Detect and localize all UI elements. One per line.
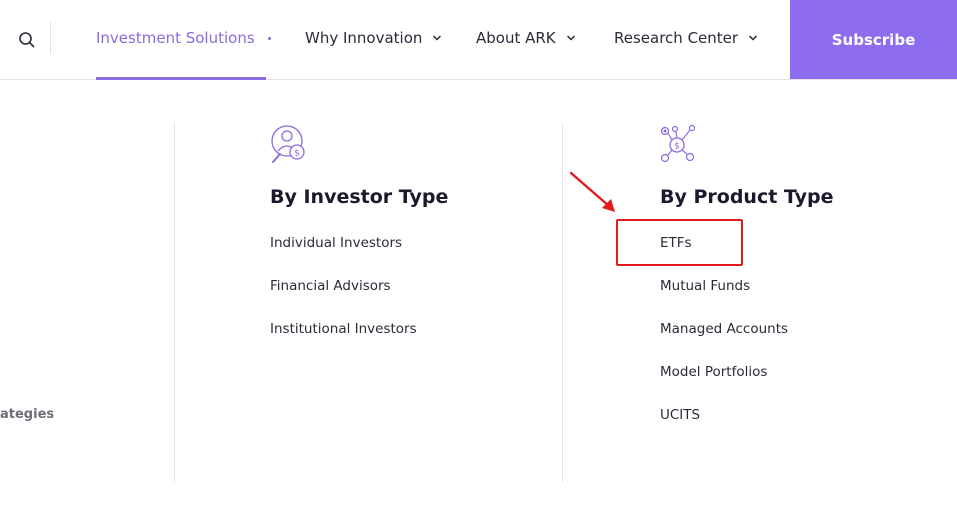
investor-type-heading: By Investor Type xyxy=(270,186,449,208)
product-type-column: $ By Product Type ETFs Mutual Funds Mana… xyxy=(660,124,834,423)
top-navigation: Investment Solutions Why Innovation Abou… xyxy=(0,0,957,80)
subscribe-button[interactable]: Subscribe xyxy=(790,0,957,79)
active-tab-underline xyxy=(96,77,266,80)
svg-text:$: $ xyxy=(674,142,680,152)
svg-text:$: $ xyxy=(294,149,300,159)
nav-investment-solutions[interactable]: Investment Solutions xyxy=(96,29,271,47)
nav-label: Investment Solutions xyxy=(96,29,255,47)
nav-label: Research Center xyxy=(614,29,739,47)
nav-divider xyxy=(50,22,51,54)
chevron-down-icon xyxy=(433,35,442,41)
link-mutual-funds[interactable]: Mutual Funds xyxy=(660,278,750,294)
active-dot-icon xyxy=(267,36,271,40)
link-institutional-investors[interactable]: Institutional Investors xyxy=(270,321,417,337)
column-divider xyxy=(562,122,563,482)
annotation-highlight-box xyxy=(616,219,743,266)
annotation-arrow-icon xyxy=(569,171,615,212)
link-financial-advisors[interactable]: Financial Advisors xyxy=(270,278,391,294)
investor-magnifier-icon: $ xyxy=(271,125,305,163)
chevron-down-icon xyxy=(749,35,758,41)
link-managed-accounts[interactable]: Managed Accounts xyxy=(660,321,788,337)
link-ucits[interactable]: UCITS xyxy=(660,407,700,423)
product-type-heading: By Product Type xyxy=(660,186,834,208)
link-individual-investors[interactable]: Individual Investors xyxy=(270,235,402,251)
search-icon[interactable] xyxy=(17,30,37,50)
nav-research-center[interactable]: Research Center xyxy=(614,29,758,47)
link-model-portfolios[interactable]: Model Portfolios xyxy=(660,364,767,380)
strategies-link-partial[interactable]: ategies xyxy=(0,407,54,422)
nav-about-ark[interactable]: About ARK xyxy=(476,29,576,47)
page: Investment Solutions Why Innovation Abou… xyxy=(0,0,957,509)
column-divider xyxy=(174,122,175,482)
product-network-icon: $ xyxy=(660,124,696,163)
investor-type-column: $ By Investor Type Individual Investors … xyxy=(270,124,448,337)
nav-label: Why Innovation xyxy=(305,29,423,47)
chevron-down-icon xyxy=(566,35,575,41)
nav-why-innovation[interactable]: Why Innovation xyxy=(305,29,442,47)
nav-label: About ARK xyxy=(476,29,556,47)
